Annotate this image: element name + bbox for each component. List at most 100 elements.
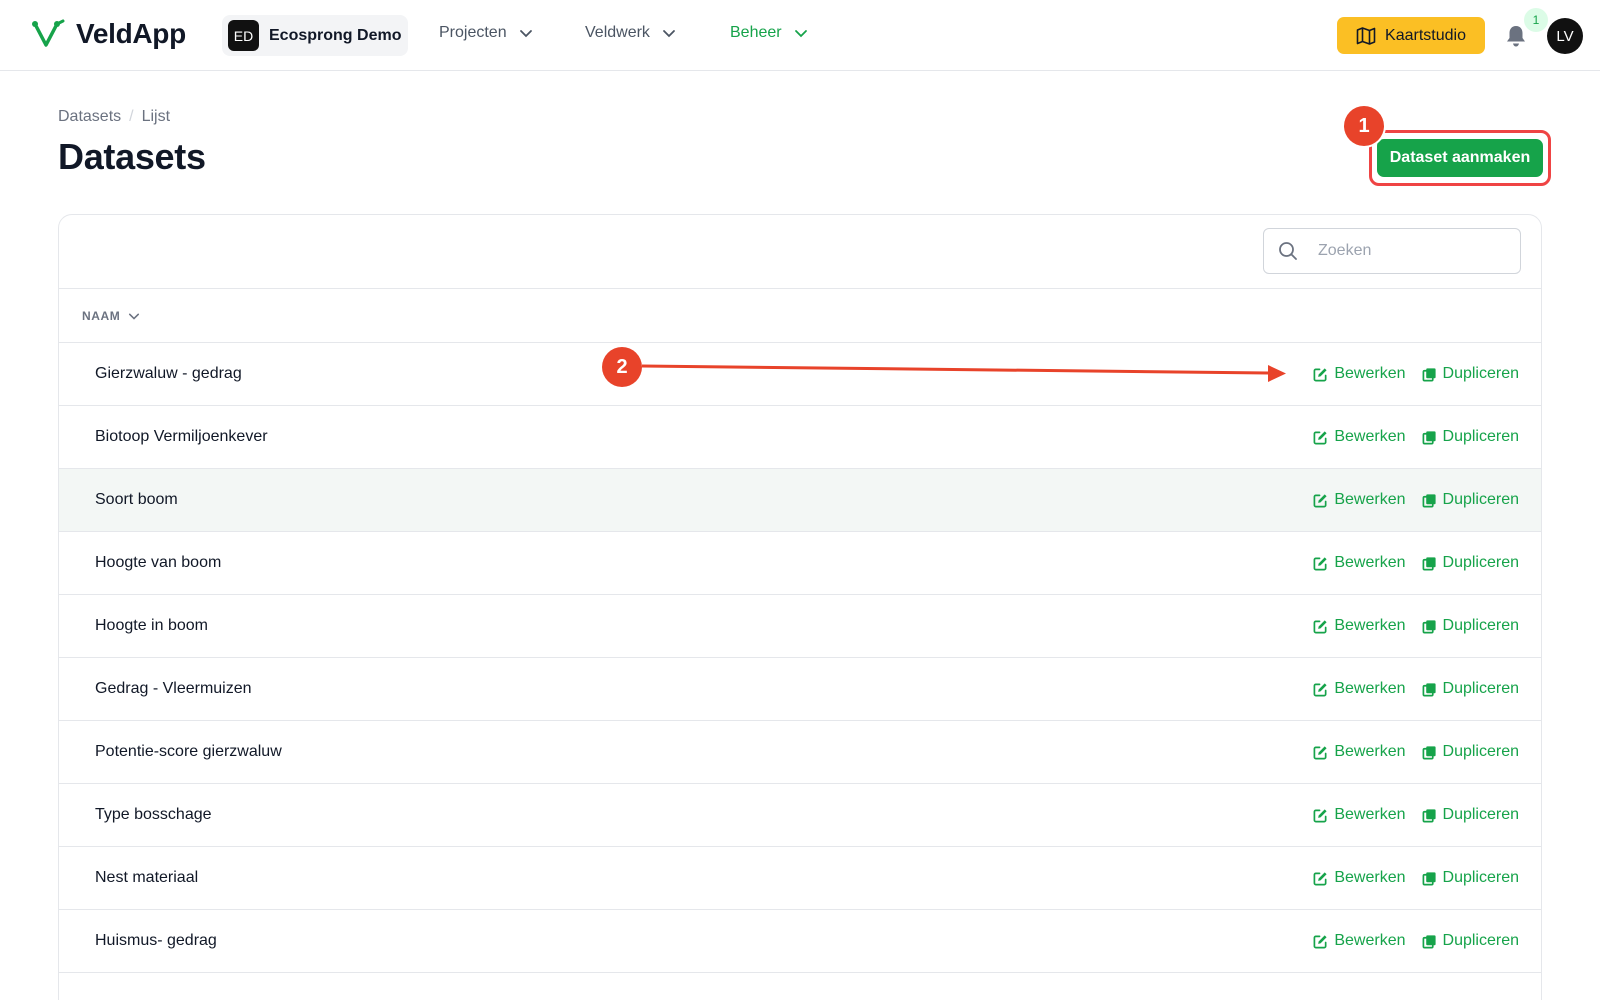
search-box[interactable] bbox=[1263, 228, 1521, 274]
table-row[interactable]: Nest materiaal Bewerken Dupliceren bbox=[59, 847, 1541, 910]
edit-icon bbox=[1313, 619, 1327, 633]
edit-button[interactable]: Bewerken bbox=[1313, 365, 1406, 383]
nav-beheer[interactable]: Beheer bbox=[730, 24, 808, 42]
row-actions: Bewerken Dupliceren bbox=[1313, 743, 1519, 761]
row-actions: Bewerken Dupliceren bbox=[1313, 680, 1519, 698]
duplicate-label: Dupliceren bbox=[1442, 554, 1519, 571]
breadcrumb-separator: / bbox=[129, 108, 134, 125]
duplicate-button[interactable]: Dupliceren bbox=[1422, 428, 1519, 446]
edit-button[interactable]: Bewerken bbox=[1313, 428, 1406, 446]
app-logo[interactable]: VeldApp bbox=[32, 18, 186, 50]
duplicate-button[interactable]: Dupliceren bbox=[1422, 617, 1519, 635]
create-dataset-button[interactable]: Dataset aanmaken bbox=[1377, 139, 1543, 177]
edit-icon bbox=[1313, 367, 1327, 381]
row-actions: Bewerken Dupliceren bbox=[1313, 869, 1519, 887]
edit-label: Bewerken bbox=[1334, 491, 1406, 508]
edit-icon bbox=[1313, 871, 1327, 885]
duplicate-button[interactable]: Dupliceren bbox=[1422, 932, 1519, 950]
edit-icon bbox=[1313, 934, 1327, 948]
user-avatar[interactable]: LV bbox=[1547, 18, 1583, 54]
table-row[interactable]: Gedrag - Vleermuizen Bewerken Dupliceren bbox=[59, 658, 1541, 721]
dataset-name[interactable]: Type bosschage bbox=[95, 806, 212, 824]
table-row[interactable]: Potentie-score gierzwaluw Bewerken Duplice… bbox=[59, 721, 1541, 784]
duplicate-button[interactable]: Dupliceren bbox=[1422, 365, 1519, 383]
duplicate-label: Dupliceren bbox=[1442, 491, 1519, 508]
duplicate-label: Dupliceren bbox=[1442, 680, 1519, 697]
duplicate-button[interactable]: Dupliceren bbox=[1422, 743, 1519, 761]
edit-icon bbox=[1313, 493, 1327, 507]
table-row[interactable]: Biotoop Vermiljoenkever Bewerken Duplicere… bbox=[59, 406, 1541, 469]
table-row[interactable]: Huismus- gedrag Bewerken Dupliceren bbox=[59, 910, 1541, 973]
duplicate-label: Dupliceren bbox=[1442, 617, 1519, 634]
app-name: VeldApp bbox=[76, 18, 186, 49]
table-row[interactable]: Soort boom Bewerken Dupliceren bbox=[59, 469, 1541, 532]
nav-label: Beheer bbox=[730, 24, 782, 41]
column-header-naam[interactable]: NAAM bbox=[59, 289, 1541, 343]
chevron-down-icon bbox=[794, 30, 807, 38]
bell-icon[interactable] bbox=[1505, 24, 1527, 48]
duplicate-button[interactable]: Dupliceren bbox=[1422, 806, 1519, 824]
duplicate-label: Dupliceren bbox=[1442, 806, 1519, 823]
breadcrumb: Datasets / Lijst bbox=[58, 108, 170, 126]
chevron-down-icon bbox=[519, 30, 532, 38]
breadcrumb-datasets[interactable]: Datasets bbox=[58, 108, 121, 126]
table-row[interactable]: Hoogte in boom Bewerken Dupliceren bbox=[59, 595, 1541, 658]
dataset-name[interactable]: Gierzwaluw - gedrag bbox=[95, 365, 242, 383]
edit-button[interactable]: Bewerken bbox=[1313, 491, 1406, 509]
column-header-label: NAAM bbox=[82, 308, 121, 323]
duplicate-icon bbox=[1422, 556, 1436, 570]
nav-projecten[interactable]: Projecten bbox=[439, 24, 533, 42]
dataset-name[interactable]: Huismus- gedrag bbox=[95, 932, 217, 950]
edit-button[interactable]: Bewerken bbox=[1313, 932, 1406, 950]
edit-button[interactable]: Bewerken bbox=[1313, 617, 1406, 635]
duplicate-label: Dupliceren bbox=[1442, 428, 1519, 445]
top-navigation-bar: VeldApp ED Ecosprong Demo Projecten Veld… bbox=[0, 0, 1600, 71]
kaartstudio-label: Kaartstudio bbox=[1385, 26, 1466, 44]
duplicate-icon bbox=[1422, 934, 1436, 948]
edit-button[interactable]: Bewerken bbox=[1313, 806, 1406, 824]
edit-icon bbox=[1313, 808, 1327, 822]
edit-label: Bewerken bbox=[1334, 806, 1406, 823]
duplicate-label: Dupliceren bbox=[1442, 869, 1519, 886]
nav-veldwerk[interactable]: Veldwerk bbox=[585, 24, 676, 42]
edit-button[interactable]: Bewerken bbox=[1313, 869, 1406, 887]
edit-label: Bewerken bbox=[1334, 932, 1406, 949]
dataset-name[interactable]: Potentie-score gierzwaluw bbox=[95, 743, 282, 761]
step-marker-2: 2 bbox=[602, 347, 642, 387]
table-body: Gierzwaluw - gedrag Bewerken Dupliceren Bio… bbox=[59, 343, 1541, 973]
duplicate-icon bbox=[1422, 682, 1436, 696]
row-actions: Bewerken Dupliceren bbox=[1313, 491, 1519, 509]
duplicate-button[interactable]: Dupliceren bbox=[1422, 869, 1519, 887]
veldapp-logo-icon bbox=[32, 19, 65, 47]
duplicate-icon bbox=[1422, 493, 1436, 507]
duplicate-button[interactable]: Dupliceren bbox=[1422, 491, 1519, 509]
row-actions: Bewerken Dupliceren bbox=[1313, 617, 1519, 635]
dataset-name[interactable]: Biotoop Vermiljoenkever bbox=[95, 428, 268, 446]
table-row[interactable]: Hoogte van boom Bewerken Dupliceren bbox=[59, 532, 1541, 595]
step-marker-1: 1 bbox=[1344, 106, 1384, 146]
dataset-name[interactable]: Soort boom bbox=[95, 491, 178, 509]
duplicate-button[interactable]: Dupliceren bbox=[1422, 680, 1519, 698]
edit-icon bbox=[1313, 430, 1327, 444]
duplicate-button[interactable]: Dupliceren bbox=[1422, 554, 1519, 572]
edit-button[interactable]: Bewerken bbox=[1313, 743, 1406, 761]
edit-icon bbox=[1313, 556, 1327, 570]
duplicate-label: Dupliceren bbox=[1442, 365, 1519, 382]
duplicate-label: Dupliceren bbox=[1442, 743, 1519, 760]
organization-switcher[interactable]: ED Ecosprong Demo bbox=[222, 15, 408, 56]
search-input[interactable] bbox=[1318, 242, 1498, 260]
org-initials-badge: ED bbox=[228, 20, 259, 51]
edit-label: Bewerken bbox=[1334, 617, 1406, 634]
edit-icon bbox=[1313, 682, 1327, 696]
edit-button[interactable]: Bewerken bbox=[1313, 554, 1406, 572]
edit-button[interactable]: Bewerken bbox=[1313, 680, 1406, 698]
table-row[interactable]: Gierzwaluw - gedrag Bewerken Dupliceren bbox=[59, 343, 1541, 406]
duplicate-icon bbox=[1422, 871, 1436, 885]
kaartstudio-button[interactable]: Kaartstudio bbox=[1337, 17, 1485, 54]
row-actions: Bewerken Dupliceren bbox=[1313, 806, 1519, 824]
dataset-name[interactable]: Nest materiaal bbox=[95, 869, 198, 887]
table-row[interactable]: Type bosschage Bewerken Dupliceren bbox=[59, 784, 1541, 847]
dataset-name[interactable]: Gedrag - Vleermuizen bbox=[95, 680, 252, 698]
dataset-name[interactable]: Hoogte van boom bbox=[95, 554, 221, 572]
dataset-name[interactable]: Hoogte in boom bbox=[95, 617, 208, 635]
